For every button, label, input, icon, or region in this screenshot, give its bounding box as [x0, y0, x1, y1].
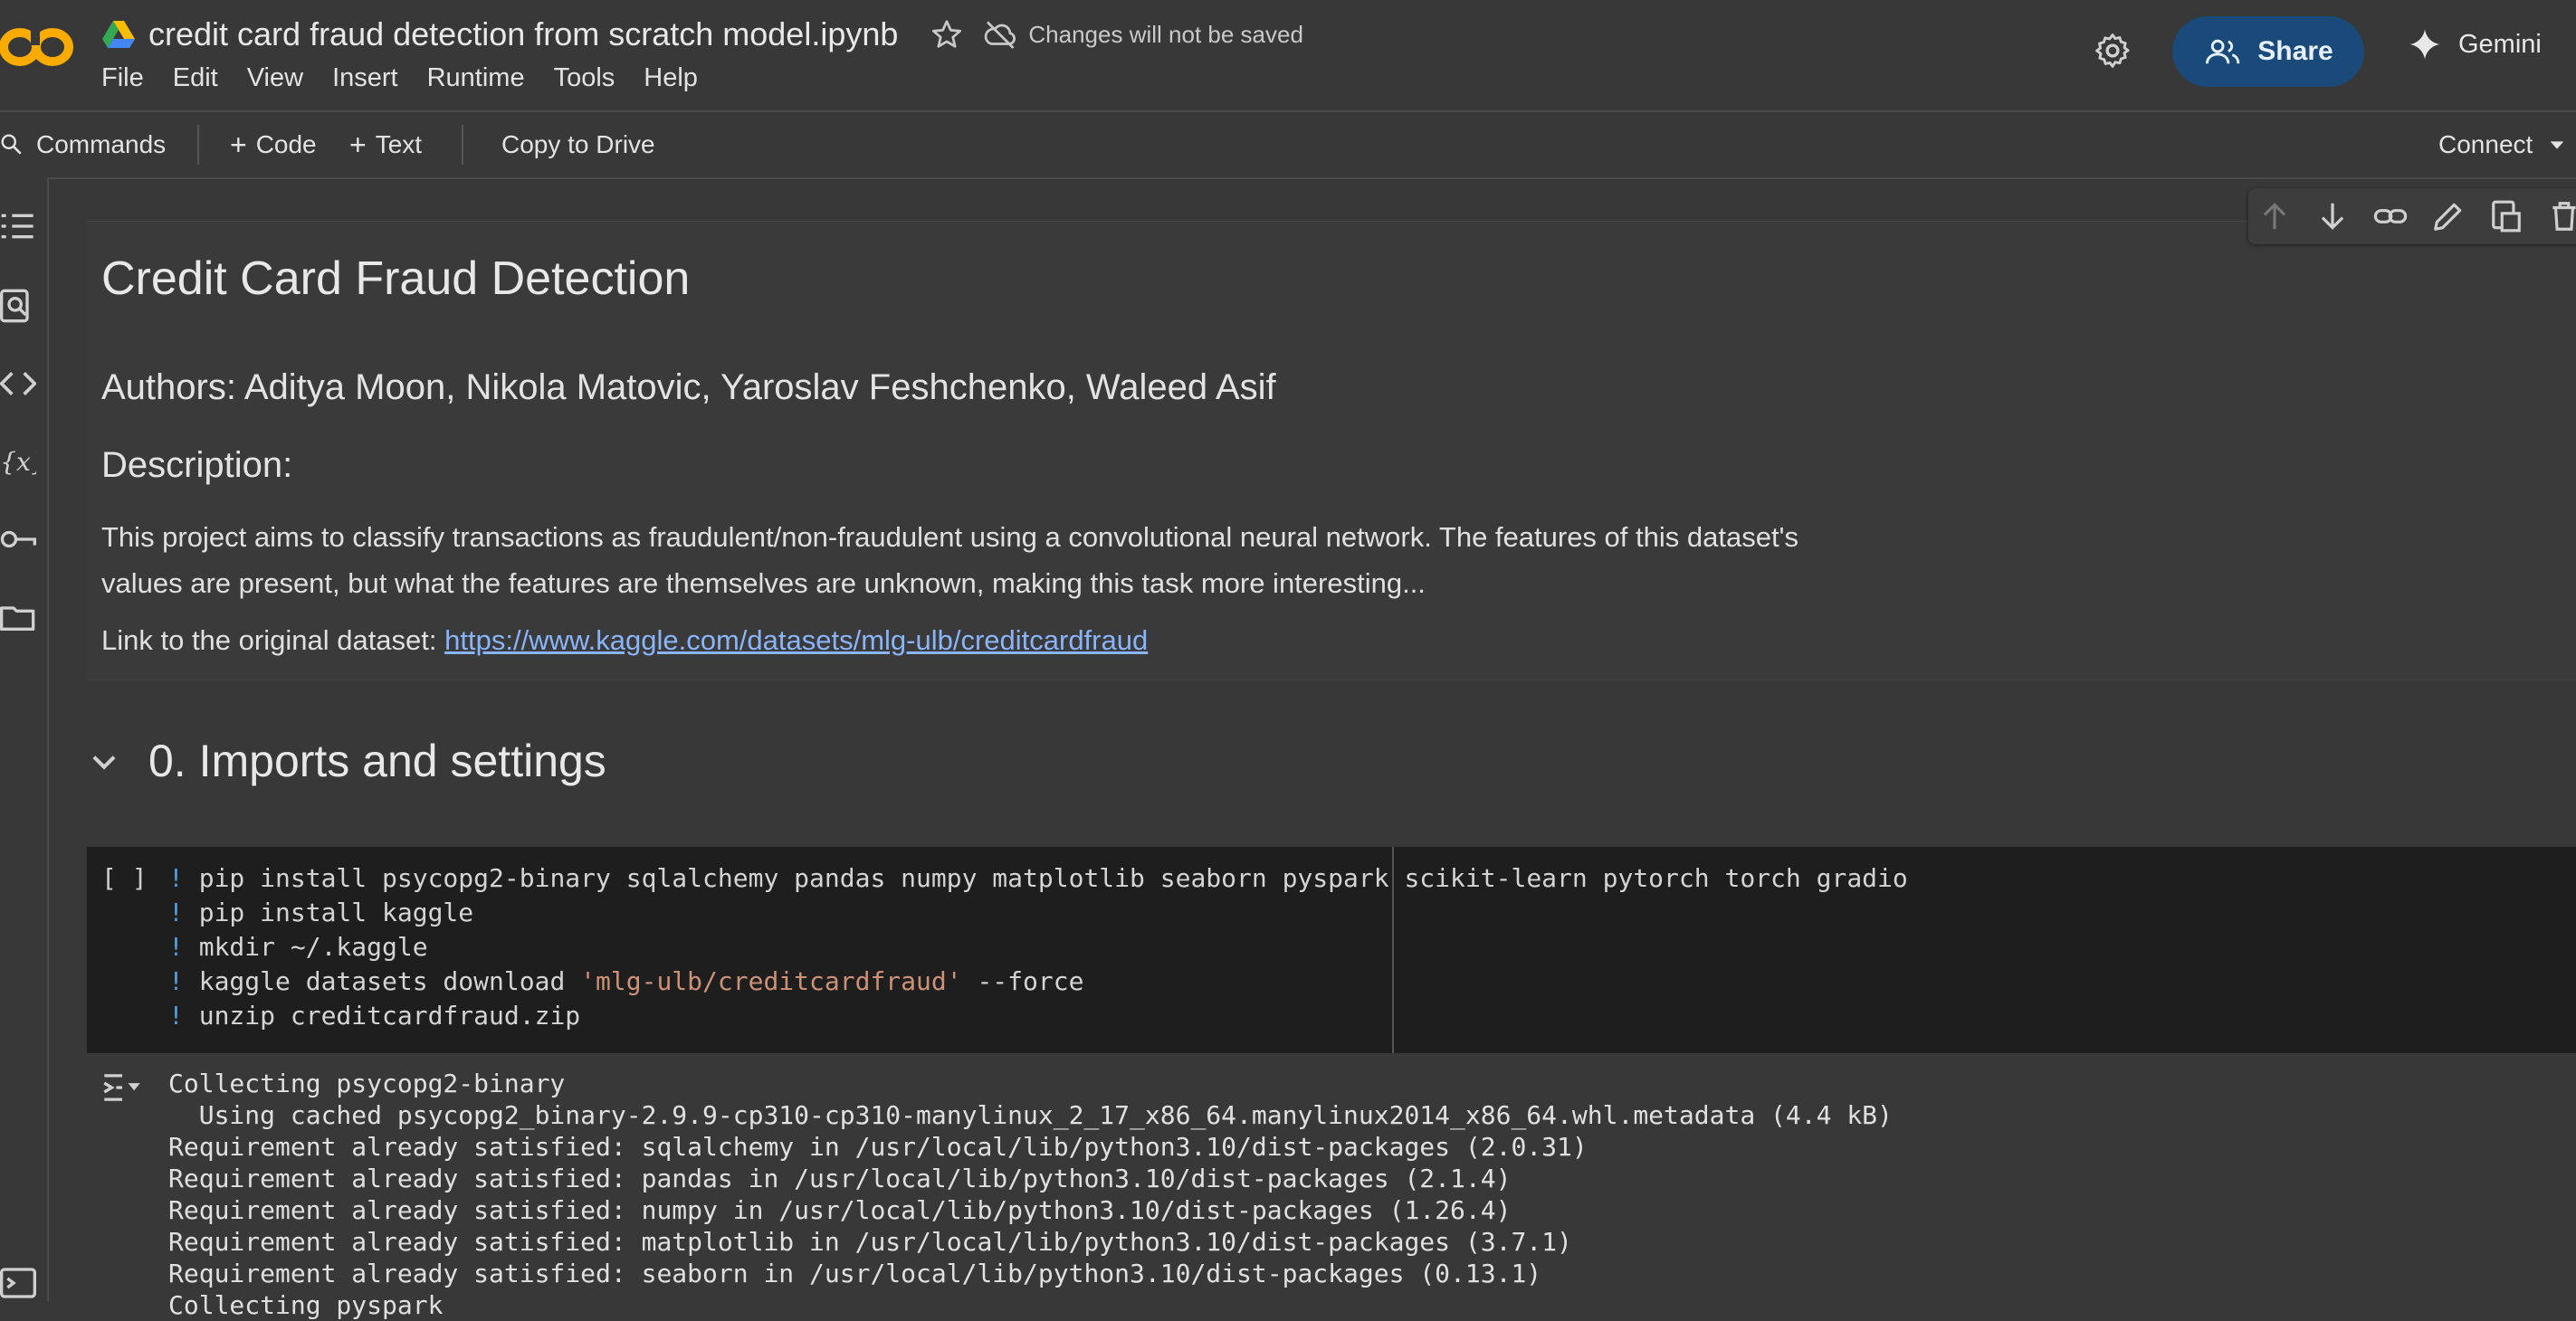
- code-text: pip install psycopg2-binary sqlalchemy p…: [183, 863, 1908, 893]
- menu-bar: File Edit View Insert Runtime Tools Help: [101, 63, 727, 93]
- authors-line: Authors: Aditya Moon, Nikola Matovic, Ya…: [101, 367, 1276, 407]
- sparkle-icon: [2409, 29, 2440, 60]
- code-editor[interactable]: ! pip install psycopg2-binary sqlalchemy…: [168, 861, 1908, 1033]
- code-line: ! mkdir ~/.kaggle: [168, 930, 1908, 965]
- title-row: credit card fraud detection from scratch…: [101, 9, 1303, 60]
- gemini-button[interactable]: Gemini: [2408, 27, 2542, 62]
- run-cell-button[interactable]: [ ]: [101, 863, 148, 893]
- dataset-link-prefix: Link to the original dataset:: [101, 624, 445, 656]
- cell-action-toolbar: [2248, 188, 2576, 244]
- menu-view[interactable]: View: [247, 63, 303, 93]
- code-text: pip install kaggle: [183, 898, 474, 927]
- code-text: kaggle datasets download: [183, 966, 581, 996]
- chevron-down-icon[interactable]: [87, 746, 121, 780]
- code-text: mkdir ~/.kaggle: [183, 932, 428, 962]
- header: credit card fraud detection from scratch…: [0, 0, 2576, 110]
- shell-prefix: !: [168, 932, 184, 962]
- share-button[interactable]: Share: [2172, 16, 2364, 87]
- output-line: Collecting psycopg2-binary: [168, 1069, 566, 1098]
- description-heading: Description:: [101, 445, 293, 485]
- dropdown-icon[interactable]: [2547, 135, 2567, 155]
- add-code-button[interactable]: + Code: [230, 127, 317, 163]
- description-paragraph: This project aims to classify transactio…: [101, 514, 1984, 606]
- shell-prefix: !: [168, 898, 184, 927]
- description-line: This project aims to classify transactio…: [101, 521, 1798, 553]
- output-line: Requirement already satisfied: numpy in …: [168, 1195, 1512, 1225]
- connect-button[interactable]: Connect: [2438, 127, 2567, 163]
- variables-icon[interactable]: {x}: [0, 443, 36, 480]
- link-icon[interactable]: [2373, 199, 2408, 233]
- menu-insert[interactable]: Insert: [332, 63, 398, 93]
- shell-prefix: !: [168, 1001, 184, 1031]
- output-line: Collecting pyspark: [168, 1290, 444, 1320]
- output-text: Collecting psycopg2-binary Using cached …: [168, 1068, 1893, 1321]
- shell-prefix: !: [168, 863, 184, 893]
- plus-icon: +: [230, 128, 247, 161]
- dataset-link-line: Link to the original dataset: https://ww…: [101, 624, 1148, 657]
- gear-icon[interactable]: [2093, 31, 2132, 71]
- terminal-icon[interactable]: [0, 1265, 36, 1301]
- code-line: ! pip install kaggle: [168, 896, 1908, 930]
- section-title: 0. Imports and settings: [148, 736, 606, 786]
- output-line: Requirement already satisfied: pandas in…: [168, 1164, 1512, 1193]
- gemini-label: Gemini: [2458, 29, 2542, 59]
- folder-icon[interactable]: [0, 599, 36, 635]
- copy-to-drive-button[interactable]: Copy to Drive: [501, 127, 655, 163]
- add-text-button[interactable]: + Text: [349, 127, 422, 163]
- commands-label: Commands: [36, 130, 167, 158]
- string-literal: 'mlg-ulb/creditcardfraud': [580, 966, 962, 996]
- menu-file[interactable]: File: [101, 63, 144, 93]
- commands-button[interactable]: Commands: [0, 127, 166, 163]
- save-status: Changes will not be saved: [1028, 20, 1303, 48]
- copy-to-drive-label: Copy to Drive: [501, 130, 655, 158]
- menu-help[interactable]: Help: [644, 63, 698, 93]
- share-label: Share: [2257, 36, 2333, 66]
- code-text: --force: [961, 966, 1084, 996]
- people-icon: [2206, 39, 2240, 64]
- output-line: Requirement already satisfied: sqlalchem…: [168, 1132, 1588, 1162]
- colab-logo-icon[interactable]: [0, 16, 78, 78]
- add-text-label: Text: [375, 130, 423, 158]
- toolbar-divider: [462, 125, 463, 165]
- menu-edit[interactable]: Edit: [173, 63, 218, 93]
- code-line: ! unzip creditcardfraud.zip: [168, 999, 1908, 1033]
- notebook-toolbar: Commands + Code + Text Copy to Drive Con…: [0, 110, 2576, 179]
- delete-icon[interactable]: [2547, 199, 2576, 233]
- search-icon: [1, 134, 22, 155]
- output-line: Using cached psycopg2_binary-2.9.9-cp310…: [168, 1100, 1893, 1130]
- find-icon[interactable]: [0, 288, 36, 324]
- menu-runtime[interactable]: Runtime: [427, 63, 525, 93]
- code-snippets-icon[interactable]: [0, 366, 36, 402]
- menu-tools[interactable]: Tools: [554, 63, 615, 93]
- connect-label: Connect: [2438, 130, 2533, 158]
- cloud-off-icon: [985, 21, 1016, 49]
- toc-icon[interactable]: [0, 208, 36, 244]
- dataset-link[interactable]: https://www.kaggle.com/datasets/mlg-ulb/…: [444, 624, 1148, 656]
- notebook-title[interactable]: credit card fraud detection from scratch…: [148, 15, 898, 53]
- plus-icon: +: [349, 128, 367, 161]
- arrow-down-icon[interactable]: [2315, 199, 2350, 233]
- output-line: Requirement already satisfied: seaborn i…: [168, 1259, 1542, 1288]
- code-line: ! pip install psycopg2-binary sqlalchemy…: [168, 861, 1908, 896]
- drive-icon[interactable]: [101, 19, 136, 50]
- edit-icon[interactable]: [2431, 199, 2466, 233]
- description-line: values are present, but what the feature…: [101, 567, 1426, 599]
- output-line: Requirement already satisfied: matplotli…: [168, 1227, 1572, 1257]
- arrow-up-icon[interactable]: [2257, 199, 2292, 233]
- shell-prefix: !: [168, 966, 184, 996]
- code-line: ! kaggle datasets download 'mlg-ulb/cred…: [168, 965, 1908, 999]
- add-code-label: Code: [255, 130, 317, 158]
- key-icon[interactable]: [0, 521, 36, 557]
- output-icon[interactable]: [101, 1069, 143, 1106]
- mirror-icon[interactable]: [2489, 199, 2524, 233]
- svg-text:{x}: {x}: [0, 447, 36, 477]
- toolbar-divider: [197, 125, 199, 165]
- notebook-heading: Credit Card Fraud Detection: [101, 252, 691, 305]
- code-text: unzip creditcardfraud.zip: [183, 1001, 581, 1031]
- left-sidebar: {x}: [0, 177, 49, 1301]
- star-icon[interactable]: [930, 18, 963, 51]
